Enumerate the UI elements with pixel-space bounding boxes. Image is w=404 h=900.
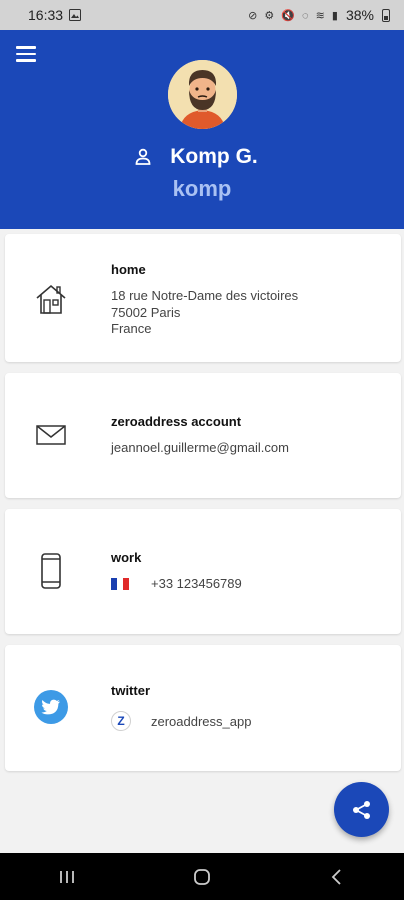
email-lines: jeannoel.guillerme@gmail.com	[111, 440, 289, 457]
twitter-icon	[34, 690, 68, 724]
gallery-icon	[69, 9, 82, 21]
address-lines: 18 rue Notre-Dame des victoires 75002 Pa…	[111, 288, 298, 338]
display-name: Komp G.	[170, 145, 258, 168]
address-card-twitter[interactable]: twitter Z zeroaddress_app	[5, 645, 401, 771]
address-card-work[interactable]: work +33 123456789	[5, 509, 401, 634]
house-icon	[36, 284, 66, 314]
person-icon	[135, 148, 151, 165]
hamburger-icon	[16, 46, 36, 49]
address-line: 75002 Paris	[111, 304, 181, 320]
share-icon	[352, 800, 370, 819]
twitter-handle: zeroaddress_app	[151, 713, 252, 729]
card-icon-wrapper	[31, 415, 71, 455]
battery-percent: 38%	[345, 7, 374, 23]
phone-icon	[41, 553, 61, 589]
card-title: home	[111, 262, 146, 277]
battery-icon	[382, 8, 390, 22]
address-line: France	[111, 321, 152, 336]
card-icon-wrapper	[31, 551, 71, 591]
card-icon-wrapper	[31, 687, 71, 727]
recent-apps-button[interactable]	[47, 862, 87, 892]
status-bar: 16:33 ⊘ ⚙ 🔇 ◌ ≋ ▮ 38%	[0, 0, 404, 30]
bearded-man-avatar-icon	[168, 60, 237, 129]
card-title: zeroaddress account	[111, 414, 242, 429]
card-title: twitter	[111, 683, 150, 698]
name-row: Komp G.	[0, 145, 404, 169]
menu-button[interactable]	[16, 46, 40, 66]
phone-row: +33 123456789	[111, 576, 242, 591]
back-icon	[331, 868, 341, 885]
home-icon	[194, 868, 210, 885]
recent-apps-icon	[60, 870, 75, 883]
status-time: 16:33	[28, 7, 64, 23]
avatar	[168, 60, 237, 129]
french-flag-icon	[111, 577, 129, 590]
email-value: jeannoel.guillerme@gmail.com	[111, 440, 289, 455]
system-nav-bar	[0, 853, 404, 900]
address-line: 18 rue Notre-Dame des victoires	[111, 288, 299, 303]
address-card-home[interactable]: home 18 rue Notre-Dame des victoires 750…	[5, 234, 401, 362]
profile-header: Komp G. komp	[0, 30, 404, 229]
username: komp	[172, 176, 232, 201]
twitter-row: Z zeroaddress_app	[111, 711, 251, 731]
phone-value: +33 123456789	[151, 576, 242, 591]
back-button[interactable]	[317, 862, 357, 892]
address-card-account[interactable]: zeroaddress account jeannoel.guillerme@g…	[5, 373, 401, 498]
card-icon-wrapper	[31, 279, 71, 319]
share-button[interactable]	[334, 782, 389, 837]
status-icons: ⊘ ⚙ 🔇 ◌ ≋ ▮	[248, 9, 340, 22]
envelope-icon	[36, 425, 66, 445]
home-button[interactable]	[182, 862, 222, 892]
zeroaddress-badge-icon: Z	[111, 711, 131, 731]
card-title: work	[111, 550, 142, 565]
